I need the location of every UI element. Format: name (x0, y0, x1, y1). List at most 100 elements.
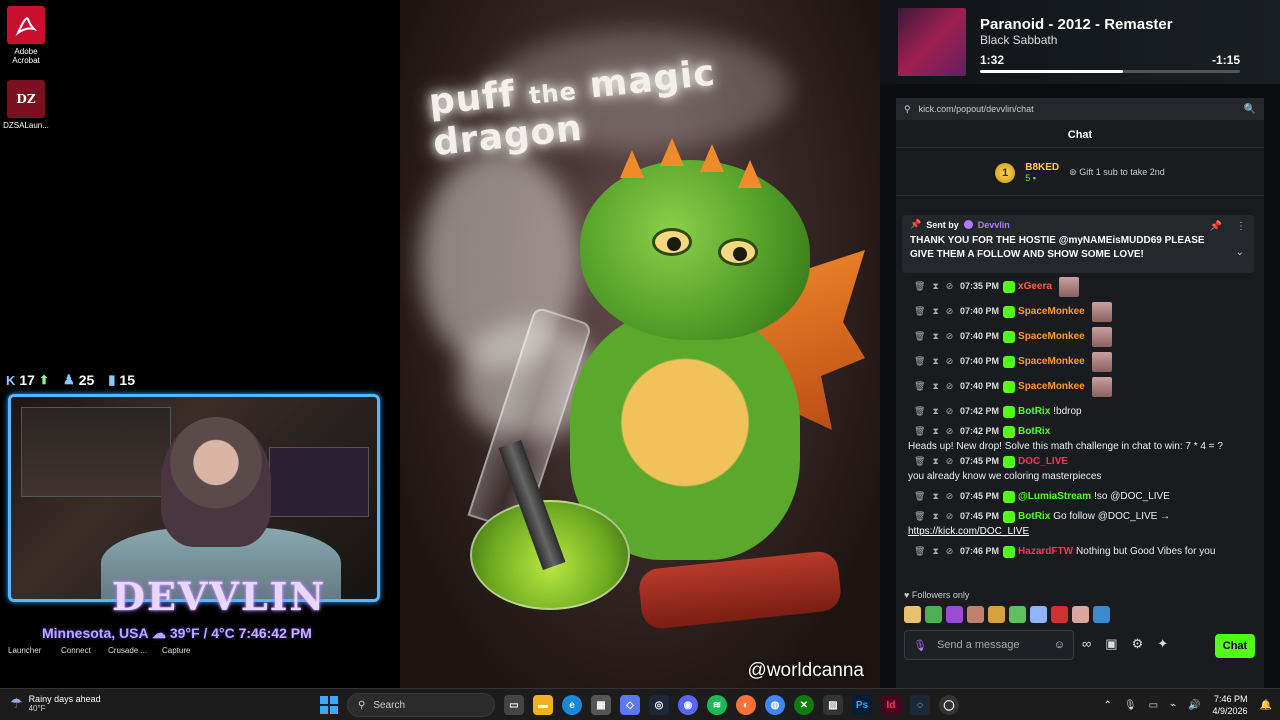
volume-icon[interactable]: 🔊 (1188, 700, 1200, 711)
emote[interactable] (1051, 606, 1068, 623)
url-bar[interactable]: ⚲ kick.com/popout/devvlin/chat 🔍 (896, 98, 1264, 120)
message-username[interactable]: SpaceMonkee (1018, 304, 1085, 319)
emote[interactable] (925, 606, 942, 623)
ban-icon[interactable]: ⊘ (946, 509, 954, 524)
steam-client-icon[interactable]: ◌ (910, 695, 930, 715)
timeout-icon[interactable]: ⧗ (932, 454, 938, 469)
discord-icon[interactable]: ◉ (678, 695, 698, 715)
message-username[interactable]: xGeera (1018, 279, 1052, 294)
message-username[interactable]: BotRix (1018, 509, 1050, 524)
timeout-icon[interactable]: ⧗ (932, 509, 938, 524)
windows-start-icon[interactable] (320, 696, 338, 714)
ban-icon[interactable]: ⊘ (946, 354, 954, 369)
dock-connect[interactable]: Connect (61, 646, 91, 655)
dock-launcher[interactable]: Launcher (8, 646, 41, 655)
store-icon[interactable]: ▣ (1105, 636, 1117, 652)
emote[interactable] (1030, 606, 1047, 623)
microphone-icon[interactable]: 🎙 (913, 639, 927, 652)
trash-icon[interactable]: 🗑 (914, 304, 925, 319)
message-username[interactable]: SpaceMonkee (1018, 329, 1085, 344)
badge-icon[interactable]: ✦ (1157, 636, 1168, 652)
trash-icon[interactable]: 🗑 (914, 454, 925, 469)
message-username[interactable]: SpaceMonkee (1018, 354, 1085, 369)
zoom-icon[interactable]: 🔍 (1244, 104, 1256, 115)
task-view-icon[interactable]: ▭ (504, 695, 524, 715)
timeout-icon[interactable]: ⧗ (932, 329, 938, 344)
trash-icon[interactable]: 🗑 (914, 424, 925, 439)
microphone-tray-icon[interactable]: 🎙 (1124, 700, 1137, 711)
ban-icon[interactable]: ⊘ (946, 329, 954, 344)
timeout-icon[interactable]: ⧗ (932, 544, 938, 559)
emote[interactable] (1093, 606, 1110, 623)
ban-icon[interactable]: ⊘ (946, 489, 954, 504)
emote[interactable] (967, 606, 984, 623)
unpin-icon[interactable]: 📌 (1210, 221, 1222, 232)
emote[interactable] (988, 606, 1005, 623)
message-username[interactable]: BotRix (1018, 424, 1050, 439)
timeout-icon[interactable]: ⧗ (932, 404, 938, 419)
trash-icon[interactable]: 🗑 (914, 279, 925, 294)
ban-icon[interactable]: ⊘ (946, 304, 954, 319)
dock-crusade[interactable]: Crusade ... (108, 646, 147, 655)
timeout-icon[interactable]: ⧗ (932, 424, 938, 439)
store-icon[interactable]: ▦ (591, 695, 611, 715)
gear-icon[interactable]: ⚙ (1132, 636, 1144, 652)
desktop-icon-dzsa-launcher[interactable]: DZ DZSALaun... (0, 80, 52, 130)
ban-icon[interactable]: ⊘ (946, 454, 954, 469)
message-username[interactable]: DOC_LIVE (1018, 454, 1068, 469)
trash-icon[interactable]: 🗑 (914, 404, 925, 419)
indesign-icon[interactable]: Id (881, 695, 901, 715)
file-explorer-icon[interactable]: ▬ (533, 695, 553, 715)
ban-icon[interactable]: ⊘ (946, 424, 954, 439)
dock-capture[interactable]: Capture (162, 646, 190, 655)
capture-app-icon[interactable]: ▨ (823, 695, 843, 715)
timeout-icon[interactable]: ⧗ (932, 354, 938, 369)
message-link[interactable]: https://kick.com/DOC_LIVE (908, 524, 1029, 539)
more-options-icon[interactable]: ⋮ (1236, 221, 1246, 232)
chevron-down-icon[interactable]: ⌄ (1236, 247, 1244, 258)
ban-icon[interactable]: ⊘ (946, 544, 954, 559)
spotify-icon[interactable]: ≋ (707, 695, 727, 715)
timeout-icon[interactable]: ⧗ (932, 279, 938, 294)
emoji-icon[interactable]: ☺ (1054, 639, 1065, 651)
photoshop-icon[interactable]: Ps (852, 695, 872, 715)
url-text[interactable]: kick.com/popout/devvlin/chat (919, 104, 1236, 114)
firefox-icon[interactable]: ◐ (736, 695, 756, 715)
trash-icon[interactable]: 🗑 (914, 329, 925, 344)
copilot-icon[interactable]: ◇ (620, 695, 640, 715)
ban-icon[interactable]: ⊘ (946, 404, 954, 419)
emote[interactable] (946, 606, 963, 623)
message-input[interactable]: Send a message (937, 639, 1020, 651)
xbox-icon[interactable]: ✕ (794, 695, 814, 715)
kicks-infinity-icon[interactable]: ∞ (1082, 636, 1091, 652)
taskbar-search[interactable]: ⚲ Search (347, 693, 495, 717)
taskbar-clock[interactable]: 7:46 PM 4/9/2026 (1213, 693, 1248, 717)
send-chat-button[interactable]: Chat (1215, 634, 1255, 658)
desktop-icon-adobe-acrobat[interactable]: Adobe Acrobat (0, 6, 52, 65)
edge-icon[interactable]: e (562, 695, 582, 715)
message-username[interactable]: SpaceMonkee (1018, 379, 1085, 394)
pinned-sender-name[interactable]: Devvlin (978, 220, 1010, 230)
taskbar-weather-widget[interactable]: ☂ Rainy days ahead 40°F (10, 694, 101, 713)
gift-prompt[interactable]: ⊛ Gift 1 sub to take 2nd (1069, 167, 1165, 178)
message-composer[interactable]: 🎙 Send a message ☺ (904, 630, 1074, 660)
emote[interactable] (1009, 606, 1026, 623)
trash-icon[interactable]: 🗑 (914, 509, 925, 524)
timeout-icon[interactable]: ⧗ (932, 379, 938, 394)
trash-icon[interactable]: 🗑 (914, 354, 925, 369)
ban-icon[interactable]: ⊘ (946, 379, 954, 394)
chrome-icon[interactable]: ◍ (765, 695, 785, 715)
site-settings-icon[interactable]: ⚲ (904, 104, 911, 115)
obs-icon[interactable]: ◯ (939, 695, 959, 715)
chevron-up-icon[interactable]: ⌃ (1103, 700, 1111, 711)
notification-bell-icon[interactable]: 🔔 (1260, 700, 1272, 711)
timeout-icon[interactable]: ⧗ (932, 304, 938, 319)
trash-icon[interactable]: 🗑 (914, 489, 925, 504)
network-icon[interactable]: ⌁ (1170, 700, 1176, 711)
timeout-icon[interactable]: ⧗ (932, 489, 938, 504)
trash-icon[interactable]: 🗑 (914, 544, 925, 559)
display-icon[interactable]: ▭ (1149, 700, 1158, 711)
steam-icon[interactable]: ◎ (649, 695, 669, 715)
emote[interactable] (1072, 606, 1089, 623)
trash-icon[interactable]: 🗑 (914, 379, 925, 394)
